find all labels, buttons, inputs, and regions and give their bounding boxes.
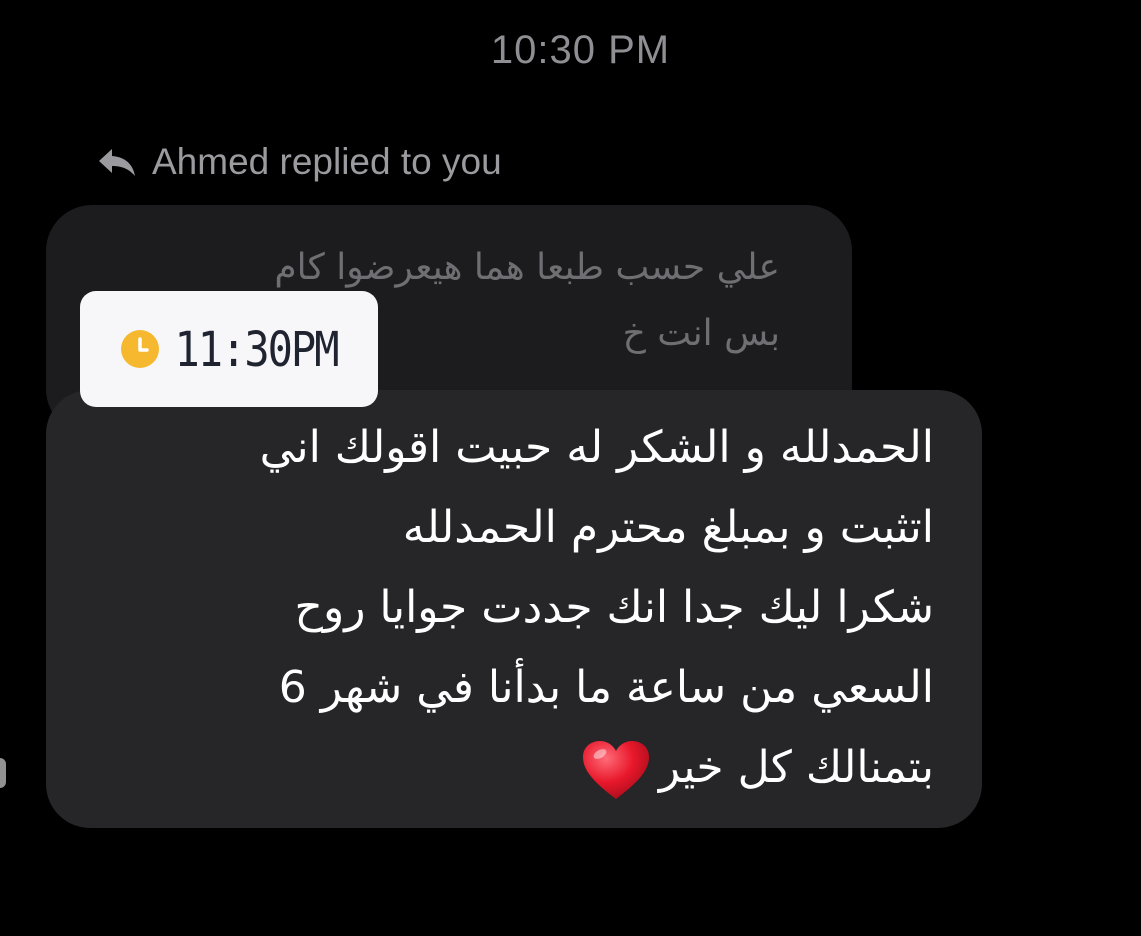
reply-indicator: Ahmed replied to you [96, 138, 502, 186]
thread-timestamp: 10:30 PM [490, 28, 671, 72]
scroll-edge-indicator [0, 758, 6, 788]
reply-message-bubble[interactable]: الحمدلله و الشكر له حبيت اقولك اني اتثبت… [46, 390, 982, 828]
reply-message-line: بتمنالك كل خير [658, 742, 934, 793]
time-sticker: 11:30PM [80, 291, 378, 407]
reply-message-line: الحمدلله و الشكر له حبيت اقولك اني [259, 422, 934, 473]
heart-icon [582, 741, 649, 799]
reply-indicator-text: Ahmed replied to you [152, 141, 502, 182]
reply-message-line: السعي من ساعة ما بدأنا في شهر 6 [278, 662, 934, 713]
reply-message-line: شكرا ليك جدا انك جددت جوايا روح [294, 582, 934, 633]
reply-message-line: اتثبت و بمبلغ محترم الحمدلله [402, 502, 934, 553]
reply-message-last-line: بتمنالك كل خير [86, 728, 934, 808]
clock-icon [121, 330, 160, 368]
reply-arrow-icon [99, 149, 135, 176]
time-sticker-text: 11:30PM [174, 320, 339, 378]
